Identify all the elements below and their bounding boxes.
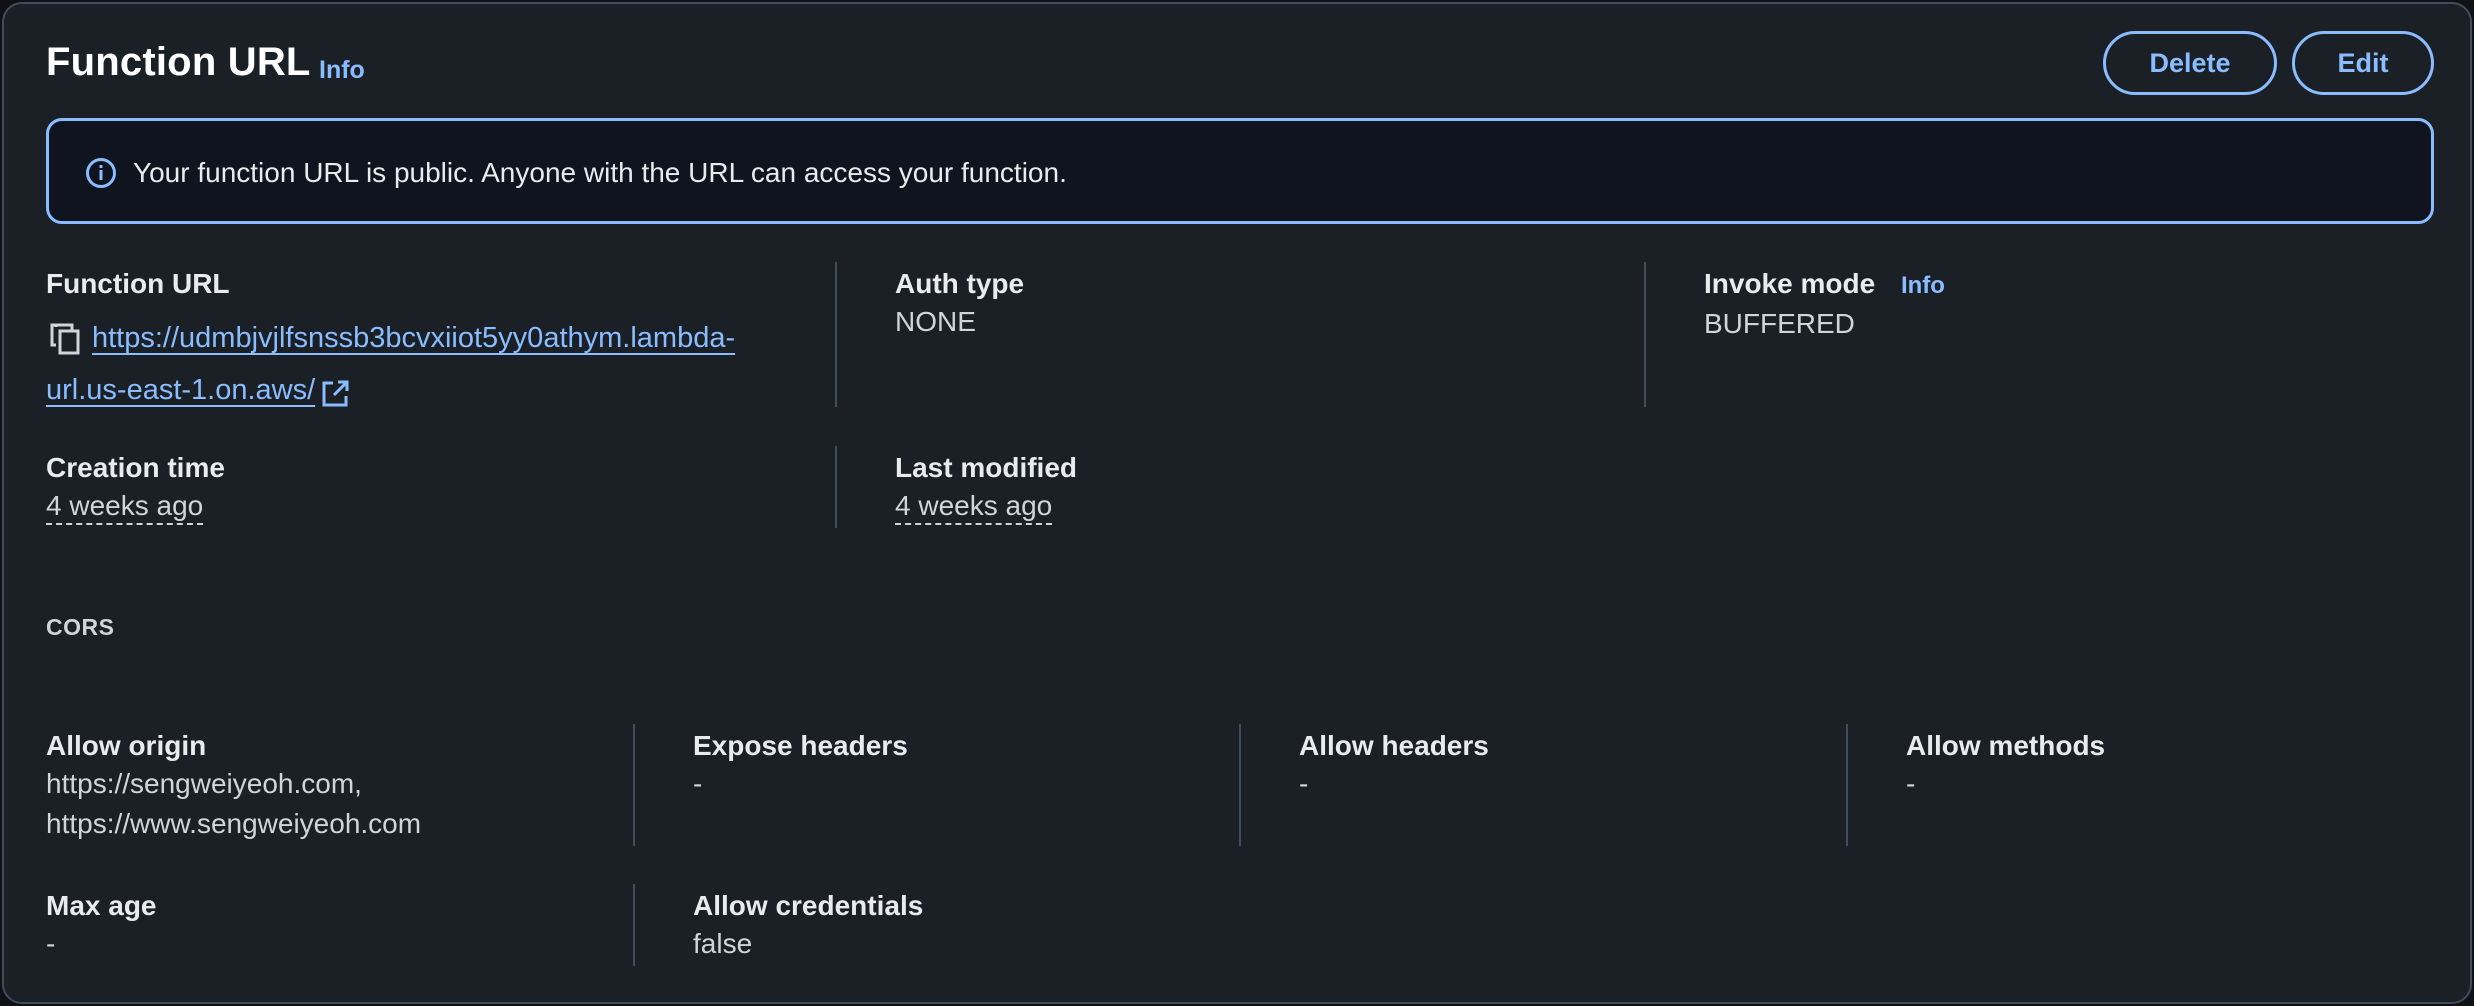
max-age-label: Max age <box>46 890 157 921</box>
allow-headers-value: - <box>1299 768 1309 799</box>
column-divider <box>1644 262 1646 407</box>
auth-type-label: Auth type <box>895 268 1025 299</box>
function-url-value-wrap: https://udmbjvjlfsnssb3bcvxiiot5yy0athym… <box>46 312 786 416</box>
auth-type-field: Auth type NONE <box>895 266 1024 342</box>
allow-methods-value: - <box>1906 768 1916 799</box>
invoke-mode-value: BUFFERED <box>1704 308 1855 339</box>
public-url-alert: Your function URL is public. Anyone with… <box>46 118 2434 224</box>
allow-methods-label: Allow methods <box>1906 730 2106 761</box>
allow-credentials-field: Allow credentials false <box>693 888 923 964</box>
column-divider <box>835 262 837 407</box>
expose-headers-value: - <box>693 768 703 799</box>
creation-time-value[interactable]: 4 weeks ago <box>46 489 204 525</box>
column-divider <box>633 884 635 966</box>
info-circle-icon <box>85 157 117 189</box>
allow-headers-label: Allow headers <box>1299 730 1489 761</box>
invoke-mode-field: Invoke mode Info BUFFERED <box>1704 266 1945 344</box>
expose-headers-field: Expose headers - <box>693 728 908 804</box>
function-url-label: Function URL <box>46 268 230 299</box>
last-modified-field: Last modified 4 weeks ago <box>895 450 1077 526</box>
invoke-mode-info-link[interactable]: Info <box>1901 272 1945 299</box>
allow-origin-value-1: https://sengweiyeoh.com, <box>46 768 362 799</box>
title-info-link[interactable]: Info <box>319 56 365 85</box>
column-divider <box>633 724 635 846</box>
external-link-icon[interactable] <box>319 375 351 407</box>
allow-origin-field: Allow origin https://sengweiyeoh.com, ht… <box>46 728 421 844</box>
function-url-link[interactable]: https://udmbjvjlfsnssb3bcvxiiot5yy0athym… <box>46 322 735 406</box>
auth-type-value: NONE <box>895 306 976 337</box>
panel-title: Function URL <box>46 40 311 84</box>
edit-button[interactable]: Edit <box>2292 31 2434 95</box>
max-age-field: Max age - <box>46 888 157 964</box>
allow-credentials-value: false <box>693 928 753 959</box>
invoke-mode-label: Invoke mode <box>1704 268 1876 299</box>
max-age-value: - <box>46 928 56 959</box>
delete-button[interactable]: Delete <box>2103 31 2277 95</box>
allow-origin-value-2: https://www.sengweiyeoh.com <box>46 808 422 839</box>
column-divider <box>835 446 837 528</box>
column-divider <box>1239 724 1241 846</box>
allow-credentials-label: Allow credentials <box>693 890 924 921</box>
function-url-panel: Function URL Info Delete Edit Your funct… <box>2 2 2472 1004</box>
creation-time-label: Creation time <box>46 452 225 483</box>
alert-message: Your function URL is public. Anyone with… <box>133 157 1067 188</box>
allow-methods-field: Allow methods - <box>1906 728 2105 804</box>
allow-headers-field: Allow headers - <box>1299 728 1489 804</box>
allow-origin-label: Allow origin <box>46 730 207 761</box>
last-modified-label: Last modified <box>895 452 1078 483</box>
function-url-field: Function URL <box>46 266 230 302</box>
column-divider <box>1846 724 1848 846</box>
copy-icon[interactable] <box>46 319 86 359</box>
last-modified-value[interactable]: 4 weeks ago <box>895 489 1053 525</box>
expose-headers-label: Expose headers <box>693 730 908 761</box>
creation-time-field: Creation time 4 weeks ago <box>46 450 225 526</box>
cors-section-label: CORS <box>46 614 115 640</box>
